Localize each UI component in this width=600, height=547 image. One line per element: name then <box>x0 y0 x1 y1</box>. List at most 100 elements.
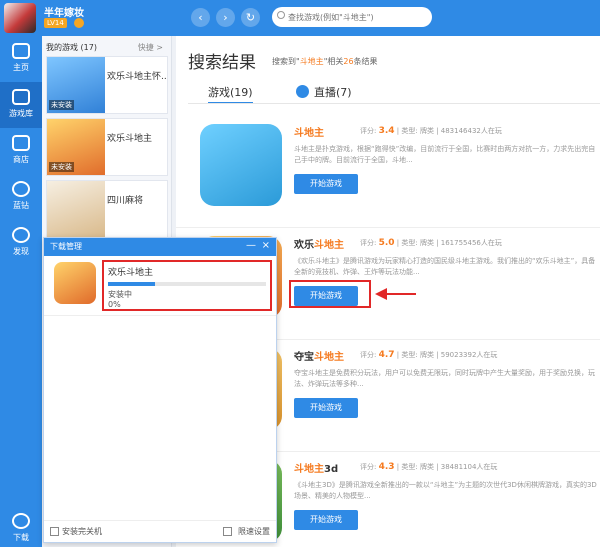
nav-label: 发现 <box>13 247 29 256</box>
my-game-title: 欢乐斗地主怀... <box>107 72 168 82</box>
tab-games[interactable]: 游戏(19) <box>208 84 253 104</box>
game-description: 《斗地主3D》是腾讯游戏全新推出的一款以“斗地主”为主题的次世代3D休闲棋牌游戏… <box>294 481 597 500</box>
download-manager-dialog: 下载管理 — × 欢乐斗地主 安装中 0% 安装完关机 限速设置 <box>43 237 277 543</box>
speed-limit-link[interactable]: 限速设置 <box>238 526 270 537</box>
title-bar: 半年嫁妆 LV14 ‹ › ↻ <box>0 0 600 36</box>
type-label: 类型: <box>401 127 418 135</box>
nav-item-blue-diamond[interactable]: 蓝钻 <box>0 174 42 220</box>
not-installed-tag: 未安装 <box>49 100 74 110</box>
download-item-name: 欢乐斗地主 <box>108 268 154 278</box>
game-description: 斗地主是扑克游戏，根据“跑得快”改编，目前流行于全国，比赛时由两方对抗一方，力求… <box>294 145 596 164</box>
start-game-button[interactable]: 开始游戏 <box>294 510 358 530</box>
score-label: 评分: <box>360 127 377 135</box>
nav-label: 下载 <box>13 533 29 542</box>
game-title-keyword: 斗地主 <box>294 464 324 475</box>
player-count: 38481104人在玩 <box>440 463 498 471</box>
my-game-item[interactable]: 欢乐斗地主 未安装 <box>46 118 168 176</box>
nav-item-download[interactable]: 下载 <box>0 506 42 543</box>
game-title[interactable]: 斗地主 <box>294 124 324 139</box>
game-title[interactable]: 斗地主3d <box>294 460 338 475</box>
shortcut-link[interactable]: 快捷 > <box>138 42 163 53</box>
score-value: 4.7 <box>378 350 395 360</box>
progress-fill <box>108 282 156 286</box>
summary-text: 搜索到" <box>272 57 300 66</box>
game-meta: 评分: 3.4 | 类型: 牌类 | 483146432人在玩 <box>360 126 502 136</box>
speed-limit-icon <box>223 527 232 536</box>
annotation-highlight-box <box>289 280 371 308</box>
nav-item-game-library[interactable]: 游戏库 <box>0 82 42 128</box>
game-title[interactable]: 夺宝斗地主 <box>294 348 344 363</box>
store-icon <box>12 135 30 151</box>
shutdown-checkbox[interactable] <box>50 527 59 536</box>
player-count: 59023392人在玩 <box>440 351 498 359</box>
game-title[interactable]: 欢乐斗地主 <box>294 236 344 251</box>
score-label: 评分: <box>360 351 377 359</box>
game-icon[interactable] <box>200 124 282 206</box>
result-row: 斗地主 评分: 3.4 | 类型: 牌类 | 483146432人在玩 斗地主是… <box>176 116 600 228</box>
player-count: 483146432人在玩 <box>440 127 502 135</box>
type-value: 牌类 <box>419 239 434 247</box>
nav-item-discover[interactable]: 发现 <box>0 220 42 266</box>
close-icon[interactable]: × <box>262 240 270 251</box>
back-icon[interactable]: ‹ <box>191 8 210 27</box>
search-icon <box>277 11 285 19</box>
my-game-item[interactable]: 四川麻将 <box>46 180 168 238</box>
game-meta: 评分: 4.3 | 类型: 牌类 | 38481104人在玩 <box>360 462 498 472</box>
vip-badge-icon <box>74 18 84 28</box>
nav-item-home[interactable]: 主页 <box>0 36 42 82</box>
tab-divider <box>188 103 600 104</box>
my-game-item[interactable]: 欢乐斗地主怀... 未安装 <box>46 56 168 114</box>
left-nav: 主页 游戏库 商店 蓝钻 发现 下载 <box>0 36 42 547</box>
nav-item-store[interactable]: 商店 <box>0 128 42 174</box>
not-installed-tag: 未安装 <box>49 162 74 172</box>
page-title: 搜索结果 <box>188 53 256 73</box>
game-title-text: 3d <box>324 464 339 475</box>
home-icon <box>12 43 30 59</box>
search-box[interactable] <box>272 7 432 27</box>
my-game-title: 欢乐斗地主 <box>107 134 153 144</box>
download-item: 欢乐斗地主 安装中 0% <box>44 256 276 316</box>
game-title-keyword: 斗地主 <box>294 128 324 139</box>
summary-text: "相关 <box>323 57 344 66</box>
start-game-button[interactable]: 开始游戏 <box>294 398 358 418</box>
diamond-icon <box>12 181 30 197</box>
tab-live[interactable]: 直播(7) <box>296 84 352 100</box>
dialog-footer: 安装完关机 限速设置 <box>44 520 276 542</box>
type-value: 牌类 <box>419 127 434 135</box>
avatar[interactable] <box>4 3 36 33</box>
result-count: 26 <box>343 57 354 66</box>
start-game-button[interactable]: 开始游戏 <box>294 174 358 194</box>
minimize-icon[interactable]: — <box>246 240 256 251</box>
type-label: 类型: <box>401 351 418 359</box>
user-level-badge: LV14 <box>44 18 67 28</box>
score-label: 评分: <box>360 463 377 471</box>
search-input[interactable] <box>272 7 432 27</box>
annotation-highlight-box: 欢乐斗地主 安装中 0% <box>102 260 272 311</box>
nav-label: 蓝钻 <box>13 201 29 210</box>
type-value: 牌类 <box>419 351 434 359</box>
game-title-keyword: 斗地主 <box>314 352 344 363</box>
game-meta: 评分: 5.0 | 类型: 牌类 | 161755456人在玩 <box>360 238 502 248</box>
type-label: 类型: <box>401 239 418 247</box>
summary-keyword: 斗地主 <box>299 57 324 66</box>
download-icon <box>12 513 30 529</box>
nav-label: 商店 <box>13 155 29 164</box>
game-title-text: 夺宝 <box>294 352 314 363</box>
user-name: 半年嫁妆 <box>44 8 84 19</box>
nav-label: 主页 <box>13 63 29 72</box>
dialog-title-bar[interactable]: 下载管理 — × <box>44 238 276 256</box>
shutdown-label: 安装完关机 <box>62 527 102 536</box>
score-value: 4.3 <box>378 462 395 472</box>
forward-icon[interactable]: › <box>216 8 235 27</box>
game-description: 《欢乐斗地主》是腾讯游戏为玩家精心打造的国民级斗地主游戏。我们推出的“欢乐斗地主… <box>294 257 596 276</box>
refresh-icon[interactable]: ↻ <box>241 8 260 27</box>
nav-label: 游戏库 <box>9 109 33 118</box>
dialog-title: 下载管理 <box>50 242 82 251</box>
game-title-keyword: 斗地主 <box>314 240 344 251</box>
download-percent: 0% <box>108 300 121 309</box>
type-label: 类型: <box>401 463 418 471</box>
compass-icon <box>12 227 30 243</box>
my-games-header: 我的游戏 (17) <box>46 43 97 52</box>
game-meta: 评分: 4.7 | 类型: 牌类 | 59023392人在玩 <box>360 350 498 360</box>
gamepad-icon <box>12 89 30 105</box>
